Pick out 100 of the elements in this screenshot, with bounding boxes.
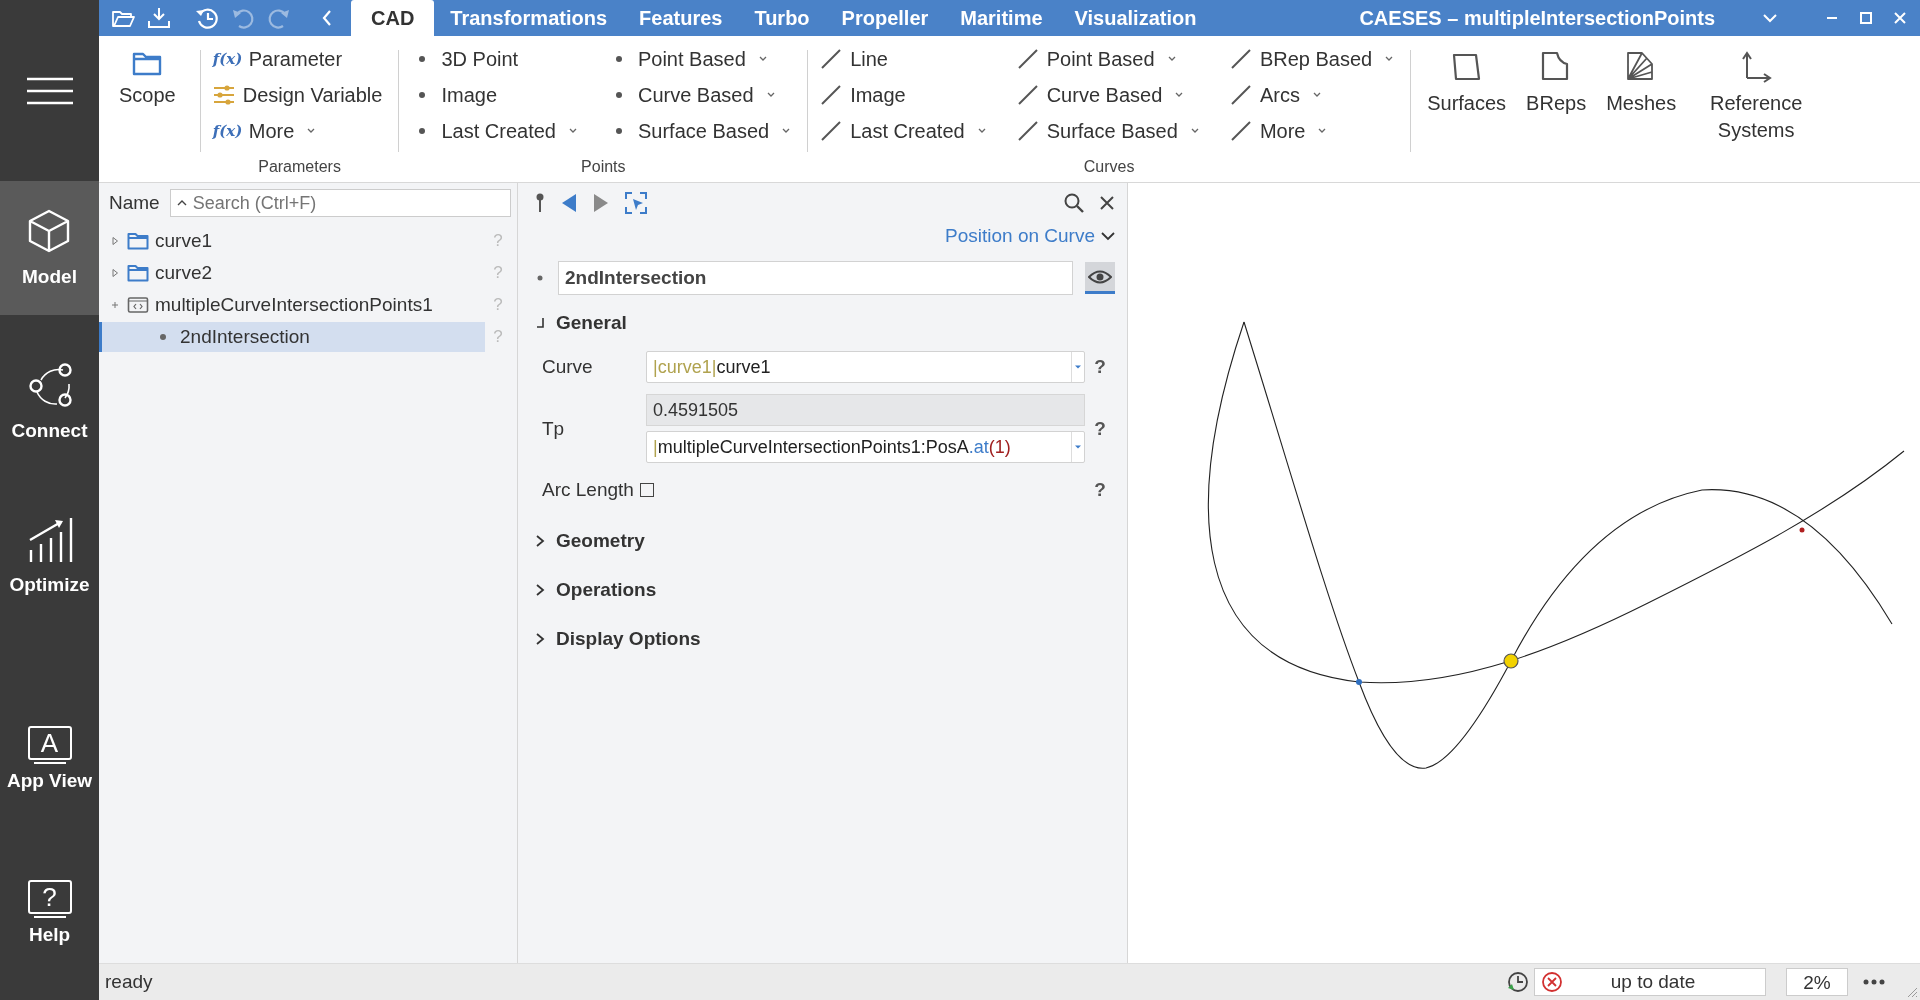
- ribbon-button[interactable]: f(x) More: [212, 116, 387, 146]
- ribbon-tab[interactable]: Turbo: [738, 0, 826, 36]
- expression-field[interactable]: |curve1|curve1: [646, 351, 1085, 383]
- sidebar-tab[interactable]: Optimize: [0, 488, 99, 623]
- pin-icon[interactable]: [534, 192, 546, 214]
- expand-arrow-icon[interactable]: [110, 236, 120, 246]
- select-cursor-icon[interactable]: [624, 191, 648, 215]
- field-label: Tp: [542, 417, 566, 440]
- progress-field: 2%: [1786, 968, 1848, 996]
- ribbon-button[interactable]: Line: [820, 44, 991, 74]
- menu-icon[interactable]: [25, 75, 74, 106]
- chevron-right-icon: [534, 533, 546, 548]
- ribbon-tab[interactable]: Transformations: [434, 0, 624, 36]
- scope-button[interactable]: Scope: [99, 36, 196, 182]
- caret-up-icon[interactable]: [175, 198, 188, 208]
- checkbox[interactable]: [639, 483, 654, 497]
- download-icon[interactable]: [147, 6, 171, 30]
- ribbon-tab[interactable]: Maritime: [944, 0, 1059, 36]
- expand-arrow-icon[interactable]: [110, 268, 120, 278]
- ribbon-button[interactable]: Design Variable: [212, 80, 387, 110]
- search-icon[interactable]: [1063, 192, 1085, 214]
- ribbon-button[interactable]: Point Based: [607, 44, 796, 74]
- ribbon-button[interactable]: Point Based: [1016, 44, 1204, 74]
- ribbon-button[interactable]: Image: [820, 80, 991, 110]
- line-icon: [820, 120, 843, 142]
- visibility-toggle[interactable]: [1085, 262, 1115, 294]
- dropdown-arrow-icon[interactable]: [1074, 363, 1082, 371]
- line-icon: [1229, 120, 1252, 142]
- ribbon-button[interactable]: Image: [411, 80, 582, 110]
- ribbon-tab[interactable]: CAD: [351, 0, 435, 36]
- history-icon[interactable]: [1506, 970, 1530, 994]
- window-title: CAESES – multipleIntersectionPoints: [1358, 6, 1717, 31]
- code-box-icon: [127, 296, 149, 314]
- more-icon[interactable]: [1862, 978, 1886, 986]
- maximize-icon[interactable]: [1858, 10, 1874, 26]
- history-icon[interactable]: [195, 6, 219, 30]
- resize-grip-icon: [1906, 986, 1918, 998]
- ribbon-button[interactable]: Last Created: [411, 116, 582, 146]
- sliders-icon: [212, 84, 235, 106]
- item-label: curve2: [155, 262, 213, 284]
- help-mark[interactable]: ?: [1085, 479, 1115, 501]
- close-icon[interactable]: [1892, 10, 1908, 26]
- point-icon: [419, 56, 426, 62]
- group-label: Parameters: [257, 157, 342, 177]
- section-header[interactable]: General: [534, 301, 1115, 344]
- sidebar-tab[interactable]: A App View: [0, 692, 99, 827]
- ribbon-button[interactable]: 3D Point: [411, 44, 582, 74]
- name-field[interactable]: 2ndIntersection: [558, 261, 1073, 295]
- item-label: multipleCurveIntersectionPoints1: [155, 294, 433, 316]
- ribbon-button[interactable]: BRep Based: [1229, 44, 1399, 74]
- tree-item[interactable]: 2ndIntersection: [99, 322, 485, 352]
- ribbon-button[interactable]: BReps: [1526, 50, 1587, 182]
- help-mark[interactable]: ?: [1085, 417, 1115, 440]
- connect-icon: [26, 361, 73, 410]
- update-button[interactable]: up to date: [1534, 968, 1766, 996]
- ribbon-button[interactable]: Meshes: [1606, 50, 1677, 182]
- selected-point-marker: [1503, 653, 1519, 669]
- sidebar-tab[interactable]: Connect: [0, 335, 99, 469]
- point-icon: [615, 92, 622, 98]
- section-header[interactable]: Display Options: [534, 617, 1115, 660]
- chevron-right-icon: [534, 631, 546, 646]
- ribbon-button[interactable]: Arcs: [1229, 80, 1399, 110]
- section-header[interactable]: Operations: [534, 568, 1115, 611]
- help-mark[interactable]: ?: [1085, 356, 1115, 378]
- close-icon[interactable]: [1099, 195, 1115, 211]
- folder-icon: [127, 264, 149, 282]
- field-label: Arc Length: [542, 479, 634, 501]
- item-label: curve1: [155, 230, 213, 252]
- type-dropdown[interactable]: Position on Curve: [945, 225, 1115, 247]
- error-icon: [1541, 971, 1563, 993]
- ribbon-button[interactable]: f(x) Parameter: [212, 44, 387, 74]
- point-icon: [160, 334, 166, 340]
- ribbon-tab[interactable]: Propeller: [825, 0, 945, 36]
- ribbon-button[interactable]: More: [1229, 116, 1399, 146]
- tree-item[interactable]: curve2: [99, 258, 485, 288]
- ribbon-button[interactable]: Curve Based: [607, 80, 796, 110]
- ribbon-button[interactable]: Surface Based: [607, 116, 796, 146]
- folder-icon: [132, 50, 163, 76]
- sidebar-tab[interactable]: ? Help: [0, 846, 99, 980]
- ribbon-button[interactable]: Surface Based: [1016, 116, 1204, 146]
- search-field[interactable]: Search (Ctrl+F): [169, 189, 511, 217]
- expression-field[interactable]: |multipleCurveIntersectionPoints1:PosA.at(1): [646, 431, 1085, 463]
- point-marker: [1799, 527, 1805, 533]
- forward-arrow-icon[interactable]: [592, 193, 610, 213]
- point-icon: [615, 56, 622, 62]
- plus-icon[interactable]: [110, 300, 120, 310]
- dropdown-arrow-icon[interactable]: [1074, 443, 1082, 451]
- ribbon-button[interactable]: Last Created: [820, 116, 991, 146]
- ribbon-button[interactable]: Reference Systems: [1696, 50, 1817, 182]
- tree-item[interactable]: multipleCurveIntersectionPoints1: [99, 290, 485, 320]
- ribbon-button[interactable]: Surfaces: [1427, 50, 1507, 182]
- back-arrow-icon[interactable]: [560, 193, 578, 213]
- ribbon-tab[interactable]: Features: [623, 0, 739, 36]
- group-label: Curves: [1082, 157, 1136, 177]
- section-header[interactable]: Geometry: [534, 519, 1115, 562]
- ribbon-tab[interactable]: Visualization: [1058, 0, 1213, 36]
- sidebar-tab[interactable]: Model: [0, 181, 99, 316]
- tree-item[interactable]: curve1: [99, 226, 485, 256]
- ribbon-button[interactable]: Curve Based: [1016, 80, 1204, 110]
- line-icon: [1016, 48, 1039, 70]
